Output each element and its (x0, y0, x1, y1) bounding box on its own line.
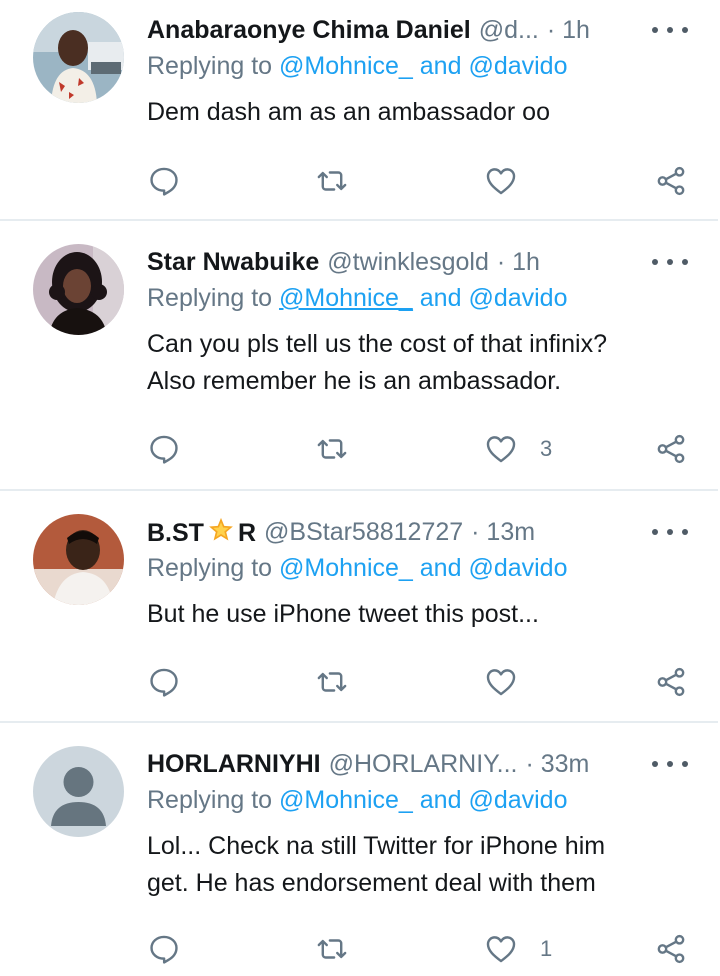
share-icon[interactable] (654, 164, 690, 200)
mention-link[interactable]: @Mohnice_ (279, 52, 413, 80)
mention-link[interactable]: @Mohnice_ (279, 284, 413, 312)
replying-to: Replying to @Mohnice_ and @davido (147, 284, 568, 313)
reply-icon[interactable] (147, 164, 183, 200)
reply-feed: Anabaraonye Chima Daniel @d... · 1h Repl… (0, 0, 720, 976)
replying-to-and: and (419, 786, 462, 814)
mention-link[interactable]: @Mohnice_ (279, 786, 413, 814)
replying-to-label: Replying to (147, 52, 273, 80)
retweet-icon[interactable] (315, 932, 351, 968)
tweet-text-line: get. He has endorsement deal with them (147, 869, 596, 897)
mention-link[interactable]: @davido (468, 284, 567, 312)
tweet[interactable]: Star Nwabuike @twinklesgold · 1h Replyin… (0, 242, 720, 490)
user-handle[interactable]: @BStar58812727 (264, 518, 463, 547)
more-options-icon[interactable] (652, 250, 688, 274)
tweet-header: Star Nwabuike @twinklesgold · 1h (147, 242, 540, 282)
display-name-part: R (237, 519, 257, 547)
display-name-part: B.ST (147, 519, 204, 547)
tweet-text-line: Also remember he is an ambassador. (147, 367, 562, 395)
share-icon[interactable] (654, 432, 690, 468)
heart-icon[interactable] (484, 932, 520, 968)
user-handle[interactable]: @HORLARNIY... (329, 750, 518, 779)
replying-to: Replying to @Mohnice_ and @davido (147, 554, 568, 583)
more-options-icon[interactable] (652, 18, 688, 42)
more-options-icon[interactable] (652, 520, 688, 544)
display-name[interactable]: Anabaraonye Chima Daniel (147, 16, 471, 45)
timestamp[interactable]: · 33m (525, 750, 589, 779)
retweet-icon[interactable] (315, 432, 351, 468)
heart-icon[interactable] (484, 432, 520, 468)
retweet-icon[interactable] (315, 164, 351, 200)
tweet-header: Anabaraonye Chima Daniel @d... · 1h (147, 10, 590, 50)
avatar[interactable] (33, 514, 124, 605)
tweet-text: Can you pls tell us the cost of that inf… (147, 326, 607, 400)
avatar[interactable] (33, 244, 124, 335)
reply-icon[interactable] (147, 432, 183, 468)
tweet-actions (0, 164, 720, 204)
reply-icon[interactable] (147, 932, 183, 968)
tweet[interactable]: Anabaraonye Chima Daniel @d... · 1h Repl… (0, 10, 720, 220)
mention-link[interactable]: @davido (468, 786, 567, 814)
share-icon[interactable] (654, 665, 690, 701)
tweet-text-line: But he use iPhone tweet this post... (147, 600, 539, 628)
tweet-text: But he use iPhone tweet this post... (147, 596, 539, 633)
timestamp[interactable]: · 1h (547, 16, 590, 45)
more-options-icon[interactable] (652, 752, 688, 776)
replying-to-and: and (419, 52, 462, 80)
heart-icon[interactable] (484, 665, 520, 701)
display-name[interactable]: B.ST R (147, 516, 256, 548)
replying-to: Replying to @Mohnice_ and @davido (147, 786, 568, 815)
avatar[interactable] (33, 12, 124, 103)
reply-icon[interactable] (147, 665, 183, 701)
display-name[interactable]: HORLARNIYHI (147, 750, 321, 779)
tweet-header: HORLARNIYHI @HORLARNIY... · 33m (147, 744, 589, 784)
divider (0, 489, 718, 491)
divider (0, 219, 718, 221)
share-icon[interactable] (654, 932, 690, 968)
tweet-text-line: Dem dash am as an ambassador oo (147, 98, 550, 126)
tweet-header: B.ST R @BStar58812727 · 13m (147, 512, 535, 552)
replying-to: Replying to @Mohnice_ and @davido (147, 52, 568, 81)
replying-to-label: Replying to (147, 786, 273, 814)
tweet-text-line: Can you pls tell us the cost of that inf… (147, 330, 607, 358)
like-count: 1 (540, 936, 553, 961)
tweet-text-line: Lol... Check na still Twitter for iPhone… (147, 832, 606, 860)
star-emoji-icon (209, 517, 233, 541)
tweet-text: Lol... Check na still Twitter for iPhone… (147, 828, 605, 902)
user-handle[interactable]: @d... (479, 16, 539, 45)
like-count: 3 (540, 436, 553, 461)
tweet[interactable]: B.ST R @BStar58812727 · 13m Replying to @… (0, 512, 720, 722)
display-name[interactable]: Star Nwabuike (147, 248, 319, 277)
timestamp[interactable]: · 13m (471, 518, 535, 547)
timestamp[interactable]: · 1h (497, 248, 540, 277)
tweet-actions: 1 (0, 932, 720, 972)
user-handle[interactable]: @twinklesgold (327, 248, 489, 277)
tweet-actions (0, 665, 720, 705)
replying-to-and: and (419, 554, 462, 582)
tweet-text: Dem dash am as an ambassador oo (147, 94, 550, 131)
replying-to-label: Replying to (147, 554, 273, 582)
retweet-icon[interactable] (315, 665, 351, 701)
default-avatar-icon[interactable] (33, 746, 124, 837)
divider (0, 721, 718, 723)
mention-link[interactable]: @davido (468, 554, 567, 582)
tweet-actions: 3 (0, 432, 720, 472)
heart-icon[interactable] (484, 164, 520, 200)
tweet[interactable]: HORLARNIYHI @HORLARNIY... · 33m Replying… (0, 744, 720, 976)
replying-to-label: Replying to (147, 284, 273, 312)
mention-link[interactable]: @davido (468, 52, 567, 80)
replying-to-and: and (419, 284, 462, 312)
mention-link[interactable]: @Mohnice_ (279, 554, 413, 582)
